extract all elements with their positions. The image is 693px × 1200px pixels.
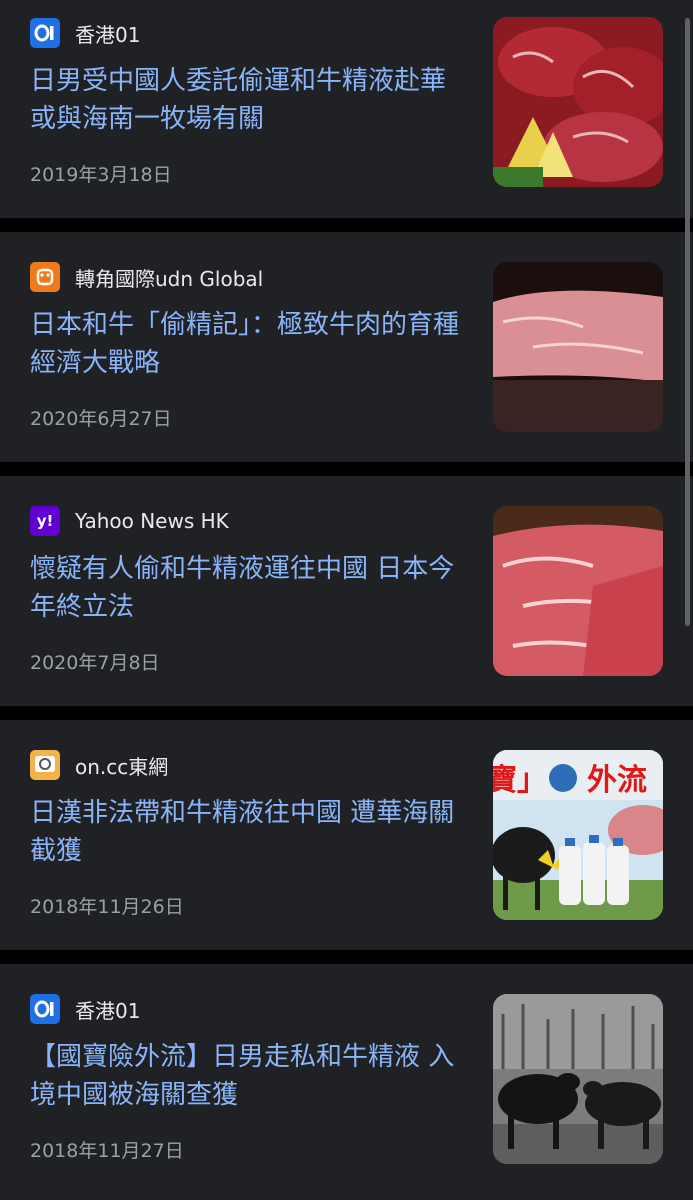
article-title[interactable]: 日男受中國人委託偷運和牛精液赴華 或與海南一牧場有關 [30,62,460,138]
article-title[interactable]: 日漢非法帶和牛精液往中國 遭華海關截獲 [30,794,460,870]
article-thumbnail[interactable] [493,994,663,1164]
source-name: on.cc東網 [75,754,169,779]
news-card[interactable]: 香港01 【國寶險外流】日男走私和牛精液 入境中國被海關查獲 2018年11月2… [0,964,693,1200]
thumbnail-text: 寶」 [493,763,547,798]
news-card[interactable]: 轉角國際udn Global 日本和牛「偷精記」：極致牛肉的育種經濟大戰略 20… [0,232,693,462]
oncc-logo-icon [30,750,60,780]
source-row: 香港01 [30,18,140,48]
news-card[interactable]: 香港01 日男受中國人委託偷運和牛精液赴華 或與海南一牧場有關 2019年3月1… [0,0,693,218]
article-thumbnail[interactable]: 寶」 外流 [493,750,663,920]
source-name: 香港01 [75,22,141,47]
01-logo-icon [30,18,60,48]
source-row: on.cc東網 [30,750,168,780]
article-title[interactable]: 懷疑有人偷和牛精液運往中國 日本今年終立法 [30,550,460,626]
source-name: 香港01 [75,998,141,1023]
article-title[interactable]: 日本和牛「偷精記」：極致牛肉的育種經濟大戰略 [30,306,460,382]
thumbnail-text: 外流 [587,763,647,798]
article-thumbnail[interactable] [493,262,663,432]
01-logo-icon [30,994,60,1024]
article-thumbnail[interactable] [493,506,663,676]
article-thumbnail[interactable] [493,17,663,187]
article-date: 2018年11月27日 [30,1140,184,1162]
yahoo-logo-icon: y! [30,506,60,536]
source-row: 香港01 [30,994,140,1024]
article-date: 2018年11月26日 [30,896,184,918]
udn-logo-icon [30,262,60,292]
source-name: Yahoo News HK [75,509,229,533]
news-card[interactable]: y! Yahoo News HK 懷疑有人偷和牛精液運往中國 日本今年終立法 2… [0,476,693,706]
source-name: 轉角國際udn Global [75,266,264,291]
article-title[interactable]: 【國寶險外流】日男走私和牛精液 入境中國被海關查獲 [30,1038,460,1114]
source-row: y! Yahoo News HK [30,506,229,536]
scrollbar[interactable] [685,18,690,626]
source-row: 轉角國際udn Global [30,262,263,292]
article-date: 2019年3月18日 [30,164,172,186]
article-date: 2020年6月27日 [30,408,172,430]
article-date: 2020年7月8日 [30,652,160,674]
news-card[interactable]: on.cc東網 日漢非法帶和牛精液往中國 遭華海關截獲 2018年11月26日 … [0,720,693,950]
